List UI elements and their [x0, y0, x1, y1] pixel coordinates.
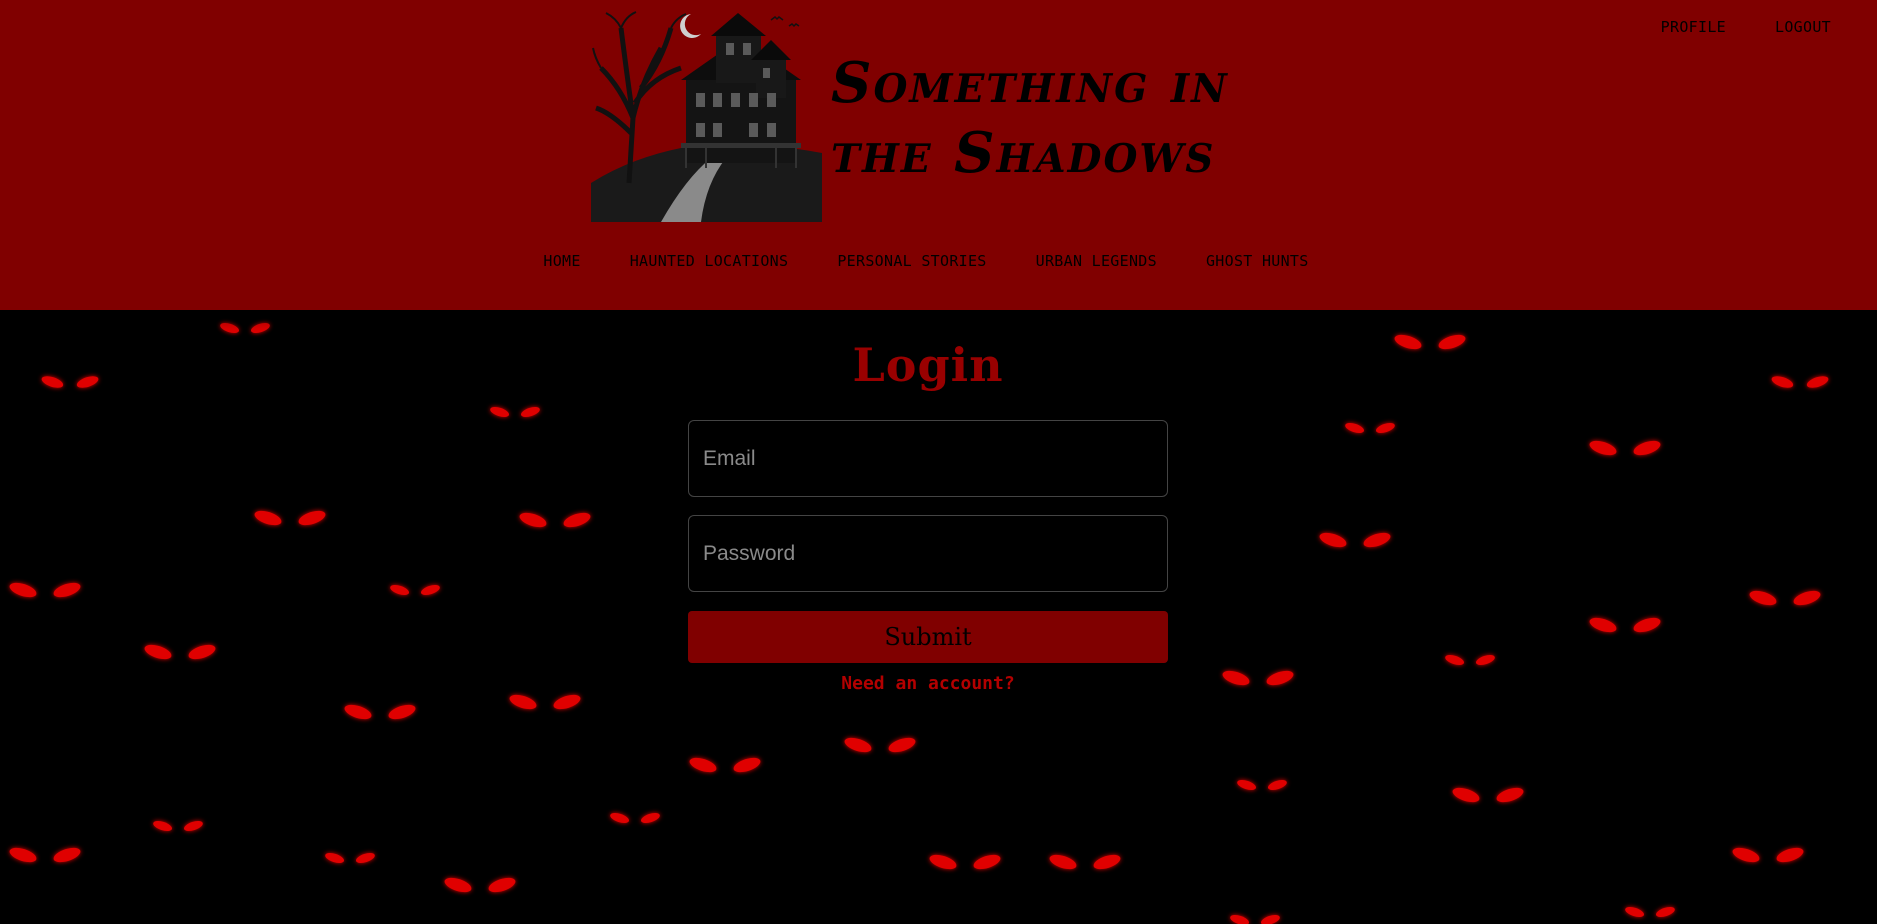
- eye-glow-icon: [1749, 590, 1777, 606]
- top-nav: PROFILE LOGOUT: [1661, 18, 1831, 36]
- site-title-line2: the Shadows: [831, 120, 1216, 186]
- eye-glow-icon: [488, 877, 516, 893]
- eye-glow-icon: [325, 852, 345, 864]
- eye-glow-icon: [1266, 670, 1294, 686]
- need-account-link[interactable]: Need an account?: [841, 673, 1014, 694]
- eye-glow-icon: [1445, 654, 1465, 666]
- eye-glow-icon: [1771, 376, 1794, 388]
- eye-glow-icon: [1237, 779, 1257, 791]
- login-form: Login Submit Need an account?: [688, 335, 1168, 694]
- eye-glow-icon: [1452, 787, 1480, 803]
- eye-glow-icon: [1345, 422, 1365, 434]
- eye-glow-icon: [929, 854, 957, 870]
- eye-glow-icon: [254, 510, 282, 526]
- eye-glow-icon: [1806, 376, 1829, 388]
- email-field[interactable]: [688, 420, 1168, 497]
- submit-button[interactable]: Submit: [688, 611, 1168, 663]
- site-header: PROFILE LOGOUT Something in the Shadows …: [0, 0, 1877, 310]
- eye-glow-icon: [1222, 670, 1250, 686]
- eye-glow-icon: [1589, 617, 1617, 633]
- site-title: Something in the Shadows: [831, 48, 1311, 188]
- eye-glow-icon: [444, 877, 472, 893]
- eye-glow-icon: [1230, 914, 1250, 924]
- eye-glow-icon: [390, 584, 410, 596]
- eye-glow-icon: [1625, 906, 1645, 918]
- eye-glow-icon: [640, 812, 660, 824]
- eye-glow-icon: [153, 820, 173, 832]
- eye-glow-icon: [1589, 440, 1617, 456]
- logout-link[interactable]: LOGOUT: [1775, 18, 1831, 36]
- eye-glow-icon: [1776, 847, 1804, 863]
- eye-glow-icon: [1093, 854, 1121, 870]
- eye-glow-icon: [1475, 654, 1495, 666]
- eye-glow-icon: [298, 510, 326, 526]
- eye-glow-icon: [1375, 422, 1395, 434]
- eye-glow-icon: [188, 644, 216, 660]
- nav-ghost-hunts[interactable]: GHOST HUNTS: [1206, 252, 1309, 270]
- eye-glow-icon: [1319, 532, 1347, 548]
- main-nav: HOME HAUNTED LOCATIONS PERSONAL STORIES …: [0, 252, 1877, 270]
- eye-glow-icon: [1267, 779, 1287, 791]
- eye-glow-icon: [420, 584, 440, 596]
- eye-glow-icon: [144, 644, 172, 660]
- eye-glow-icon: [1655, 906, 1675, 918]
- site-title-line1: Something in: [831, 50, 1229, 116]
- eye-glow-icon: [250, 322, 270, 334]
- eye-glow-icon: [41, 376, 64, 388]
- eye-glow-icon: [388, 704, 416, 720]
- eye-glow-icon: [553, 694, 581, 710]
- eye-glow-icon: [1394, 334, 1422, 350]
- nav-home[interactable]: HOME: [543, 252, 580, 270]
- eye-glow-icon: [1793, 590, 1821, 606]
- eye-glow-icon: [1496, 787, 1524, 803]
- eye-glow-icon: [344, 704, 372, 720]
- eye-glow-icon: [733, 757, 761, 773]
- eye-glow-icon: [1633, 440, 1661, 456]
- eye-glow-icon: [1438, 334, 1466, 350]
- eye-glow-icon: [563, 512, 591, 528]
- login-heading: Login: [852, 338, 1004, 392]
- eye-glow-icon: [53, 582, 81, 598]
- eye-glow-icon: [509, 694, 537, 710]
- eye-glow-icon: [1732, 847, 1760, 863]
- haunted-house-icon: [591, 8, 822, 222]
- eye-glow-icon: [1633, 617, 1661, 633]
- nav-personal-stories[interactable]: PERSONAL STORIES: [837, 252, 986, 270]
- eye-glow-icon: [355, 852, 375, 864]
- eye-glow-icon: [183, 820, 203, 832]
- nav-haunted-locations[interactable]: HAUNTED LOCATIONS: [630, 252, 789, 270]
- eye-glow-icon: [520, 406, 540, 418]
- profile-link[interactable]: PROFILE: [1661, 18, 1726, 36]
- site-logo[interactable]: Something in the Shadows: [591, 8, 1291, 223]
- eye-glow-icon: [53, 847, 81, 863]
- eye-glow-icon: [888, 737, 916, 753]
- eye-glow-icon: [9, 847, 37, 863]
- eye-glow-icon: [844, 737, 872, 753]
- eye-glow-icon: [519, 512, 547, 528]
- eye-glow-icon: [610, 812, 630, 824]
- eye-glow-icon: [9, 582, 37, 598]
- eye-glow-icon: [1049, 854, 1077, 870]
- password-field[interactable]: [688, 515, 1168, 592]
- eye-glow-icon: [490, 406, 510, 418]
- eye-glow-icon: [973, 854, 1001, 870]
- eye-glow-icon: [1363, 532, 1391, 548]
- eye-glow-icon: [76, 376, 99, 388]
- nav-urban-legends[interactable]: URBAN LEGENDS: [1036, 252, 1157, 270]
- eye-glow-icon: [1260, 914, 1280, 924]
- eye-glow-icon: [689, 757, 717, 773]
- eye-glow-icon: [220, 322, 240, 334]
